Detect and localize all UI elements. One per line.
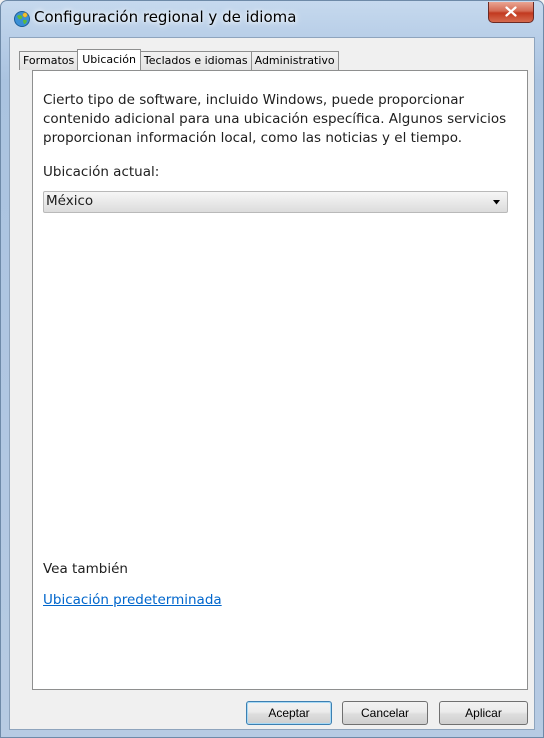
- close-icon: [505, 6, 517, 17]
- window-title: Configuración regional y de idioma: [34, 8, 297, 26]
- default-location-link[interactable]: Ubicación predeterminada: [43, 592, 222, 608]
- close-button[interactable]: [488, 2, 534, 23]
- current-location-value: México: [46, 193, 94, 209]
- tab-ubicacion[interactable]: Ubicación: [77, 49, 141, 70]
- apply-button[interactable]: Aplicar: [439, 701, 528, 725]
- ok-button[interactable]: Aceptar: [246, 701, 332, 725]
- dialog-window: Configuración regional y de idioma Forma…: [0, 0, 544, 738]
- tab-administrativo[interactable]: Administrativo: [250, 51, 339, 70]
- globe-icon: [13, 10, 31, 28]
- see-also-label: Vea también: [43, 561, 128, 577]
- tab-strip: Formatos Ubicación Teclados e idiomas Ad…: [19, 49, 339, 70]
- current-location-select[interactable]: México: [43, 191, 508, 213]
- tab-panel-ubicacion: Cierto tipo de software, incluido Window…: [32, 70, 528, 690]
- tab-teclados-e-idiomas[interactable]: Teclados e idiomas: [139, 51, 252, 70]
- location-description: Cierto tipo de software, incluido Window…: [43, 92, 507, 146]
- cancel-button[interactable]: Cancelar: [342, 701, 428, 725]
- tab-formatos[interactable]: Formatos: [19, 51, 79, 70]
- current-location-label: Ubicación actual:: [43, 164, 160, 180]
- chevron-down-icon: [493, 200, 500, 205]
- title-bar[interactable]: Configuración regional y de idioma: [1, 1, 543, 37]
